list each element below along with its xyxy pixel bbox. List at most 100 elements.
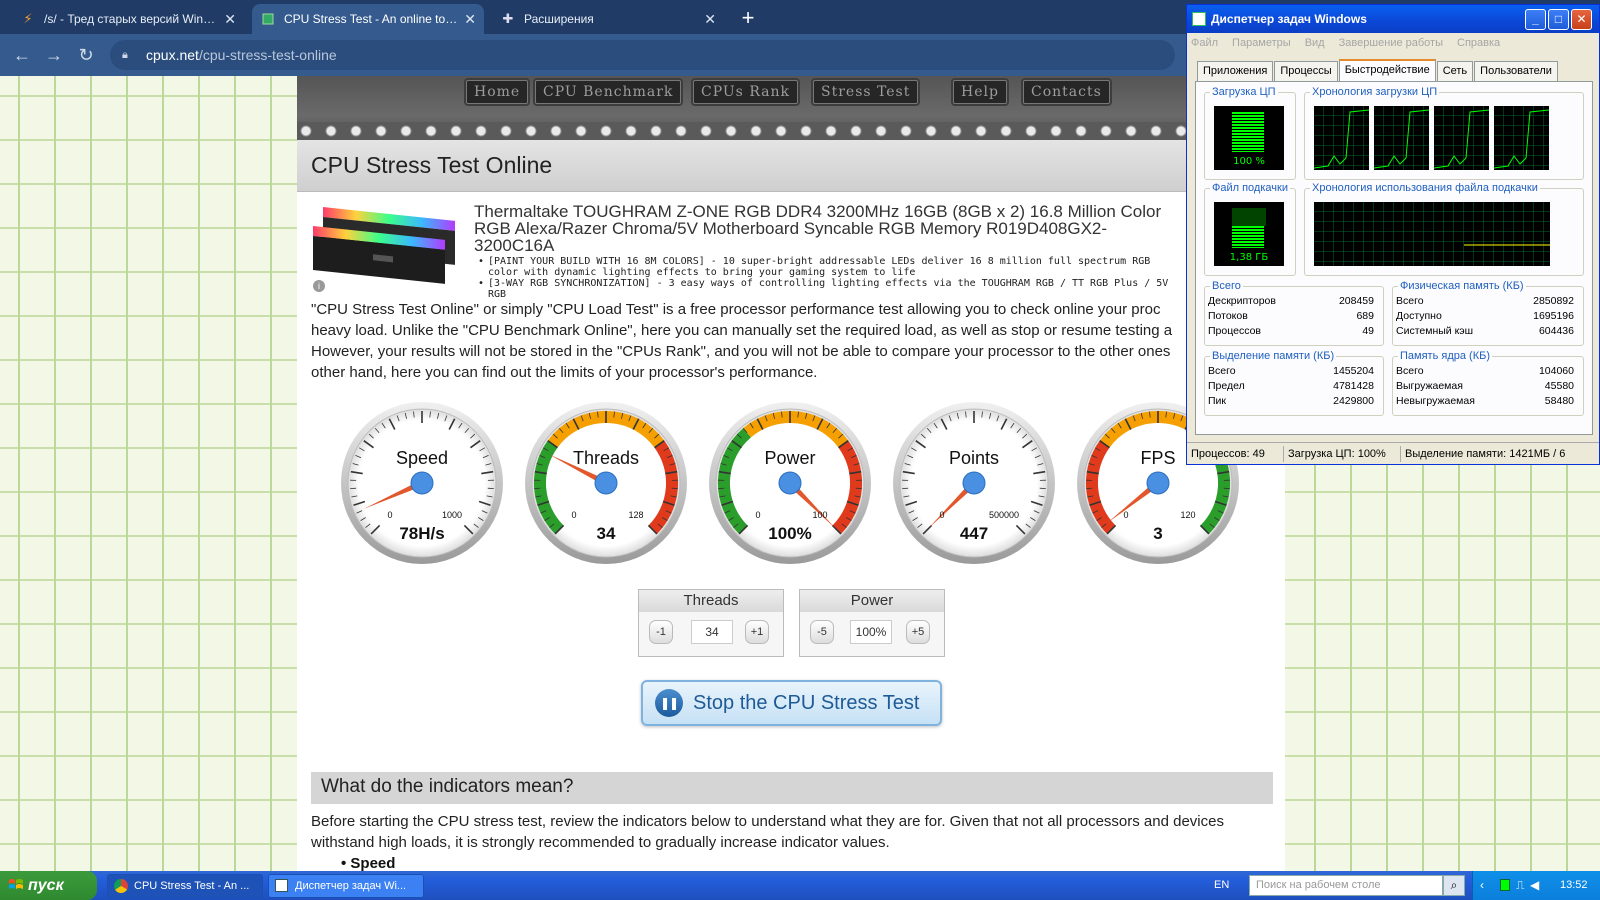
nav-cpus-rank[interactable]: CPUs Rank [693, 80, 799, 104]
close-icon[interactable]: ✕ [704, 11, 716, 28]
stat-value: 689 [1356, 310, 1374, 322]
threads-value-field[interactable]: 34 [691, 620, 733, 644]
menu-options[interactable]: Параметры [1232, 37, 1291, 49]
ram-product-image[interactable] [313, 200, 465, 292]
tab-applications[interactable]: Приложения [1197, 61, 1274, 81]
gauge-label: Points [949, 448, 999, 468]
gauge-value: 78H/s [399, 524, 444, 543]
puzzle-icon: ✚ [502, 11, 514, 26]
gauge-min-label: 0 [939, 510, 944, 520]
close-button[interactable]: ✕ [1571, 9, 1592, 30]
pause-icon: ❚❚ [655, 689, 683, 717]
nav-help[interactable]: Help [953, 80, 1007, 104]
stat-value: 104060 [1538, 365, 1574, 377]
lock-icon: 🔒︎ [122, 49, 128, 61]
tab-processes[interactable]: Процессы [1274, 61, 1338, 81]
stat-value: 4781428 [1333, 380, 1374, 392]
gauge-label: Power [764, 448, 815, 468]
gauge-hub [410, 471, 434, 495]
gauge-value: 3 [1153, 524, 1162, 543]
new-tab-button[interactable]: + [735, 6, 761, 32]
nav-cpu-benchmark[interactable]: CPU Benchmark [535, 80, 682, 104]
forward-arrow-icon[interactable]: → [42, 43, 66, 67]
search-icon[interactable]: ⌕ [1443, 875, 1465, 896]
power-increment-button[interactable]: +5 [906, 620, 930, 644]
stat-value: 1455204 [1333, 365, 1374, 377]
stat-value: 49 [1362, 325, 1374, 337]
stat-label: Невыгружаемая [1396, 395, 1475, 407]
nav-home[interactable]: Home [466, 80, 529, 104]
browser-tab-3[interactable]: ✚ Расширения ✕ [492, 4, 724, 34]
gauge-value: 34 [597, 524, 616, 543]
gauge-points: Points 0 500000447 [893, 402, 1055, 564]
section-heading: What do the indicators mean? [311, 772, 1273, 804]
tab-users[interactable]: Пользователи [1474, 61, 1558, 81]
power-value-field[interactable]: 100% [850, 620, 892, 644]
address-bar[interactable]: 🔒︎ cpux.net/cpu-stress-test-online [110, 40, 1175, 70]
maximize-button[interactable]: □ [1548, 9, 1569, 30]
stat-label: Выгружаемая [1396, 380, 1463, 392]
info-icon[interactable]: i [313, 280, 325, 292]
gauge-min-label: 0 [755, 510, 760, 520]
kernel-label: Память ядра (КБ) [1398, 350, 1492, 362]
threads-decrement-button[interactable]: -1 [649, 620, 673, 644]
tab-label: /s/ - Тред старых версий Window [44, 12, 219, 26]
tray-expand-icon[interactable]: ‹ [1480, 878, 1484, 892]
threads-control: Threads -1 34 +1 [638, 589, 784, 657]
volume-icon[interactable]: ◀︎ [1530, 878, 1539, 892]
stat-label: Пик [1208, 395, 1227, 407]
performance-panel: Загрузка ЦП 100 % Хронология загрузки ЦП… [1195, 81, 1593, 435]
power-control: Power -5 100% +5 [799, 589, 945, 657]
gauge-label: Speed [396, 448, 448, 468]
commit-label: Выделение памяти (КБ) [1210, 350, 1337, 362]
menu-help[interactable]: Справка [1457, 37, 1500, 49]
network-icon[interactable]: ⎍ [1516, 878, 1524, 893]
stat-value: 208459 [1338, 295, 1374, 307]
tab-network[interactable]: Сеть [1436, 61, 1474, 81]
ad-title[interactable]: Thermaltake TOUGHRAM Z-ONE RGB DDR4 3200… [474, 203, 1174, 254]
minimize-button[interactable]: _ [1525, 9, 1546, 30]
url-path: /cpu-stress-test-online [198, 47, 337, 63]
gauge-min-label: 0 [571, 510, 576, 520]
reload-icon[interactable]: ↻ [74, 43, 98, 67]
browser-tab-1[interactable]: ⚡ /s/ - Тред старых версий Window ✕ [12, 4, 244, 34]
menu-file[interactable]: Файл [1191, 37, 1218, 49]
status-processes: Процессов: 49 [1187, 445, 1284, 462]
power-decrement-button[interactable]: -5 [810, 620, 834, 644]
gauge-value: 447 [960, 524, 988, 543]
stat-label: Дескрипторов [1208, 295, 1276, 307]
menu-shutdown[interactable]: Завершение работы [1339, 37, 1443, 49]
nav-stress-test[interactable]: Stress Test [813, 80, 919, 104]
cpu-usage-value: 100 % [1233, 156, 1265, 167]
stat-label: Предел [1208, 380, 1245, 392]
intro-paragraph: "CPU Stress Test Online" or simply "CPU … [311, 301, 1173, 381]
desktop-search-input[interactable]: Поиск на рабочем столе [1249, 875, 1443, 896]
indicator-list-item: • Speed [341, 855, 396, 872]
gauge-min-label: 0 [1123, 510, 1128, 520]
back-arrow-icon[interactable]: ← [10, 43, 34, 67]
close-icon[interactable]: ✕ [464, 11, 476, 28]
task-manager-icon [1192, 12, 1206, 26]
cpu-tray-icon[interactable] [1500, 879, 1510, 891]
tab-performance[interactable]: Быстродействие [1338, 59, 1436, 81]
taskbar-button-browser[interactable]: CPU Stress Test - An ... [107, 874, 263, 898]
taskmgr-icon [275, 879, 288, 892]
taskbar-button-taskmgr[interactable]: Диспетчер задач Wi... [268, 874, 424, 898]
task-manager-title: Диспетчер задач Windows [1211, 12, 1367, 26]
cpu-history-graph [1314, 106, 1550, 170]
task-manager-window[interactable]: Диспетчер задач Windows _ □ ✕ Файл Парам… [1186, 4, 1600, 465]
lightning-icon: ⚡ [23, 11, 33, 26]
tab-label: CPU Stress Test - An online tool to t [284, 12, 459, 26]
close-icon[interactable]: ✕ [224, 11, 236, 28]
stat-label: Доступно [1396, 310, 1442, 322]
stat-value: 45580 [1544, 380, 1574, 392]
menu-view[interactable]: Вид [1305, 37, 1325, 49]
clock: 13:52 [1560, 879, 1588, 891]
browser-tab-2[interactable]: CPU Stress Test - An online tool to t ✕ [252, 4, 484, 34]
stop-stress-test-button[interactable]: ❚❚ Stop the CPU Stress Test [641, 680, 942, 726]
gauge-max-label: 500000 [989, 510, 1019, 520]
nav-contacts[interactable]: Contacts [1023, 80, 1110, 104]
language-indicator[interactable]: EN [1214, 879, 1229, 891]
threads-increment-button[interactable]: +1 [745, 620, 769, 644]
stat-value: 2429800 [1333, 395, 1374, 407]
